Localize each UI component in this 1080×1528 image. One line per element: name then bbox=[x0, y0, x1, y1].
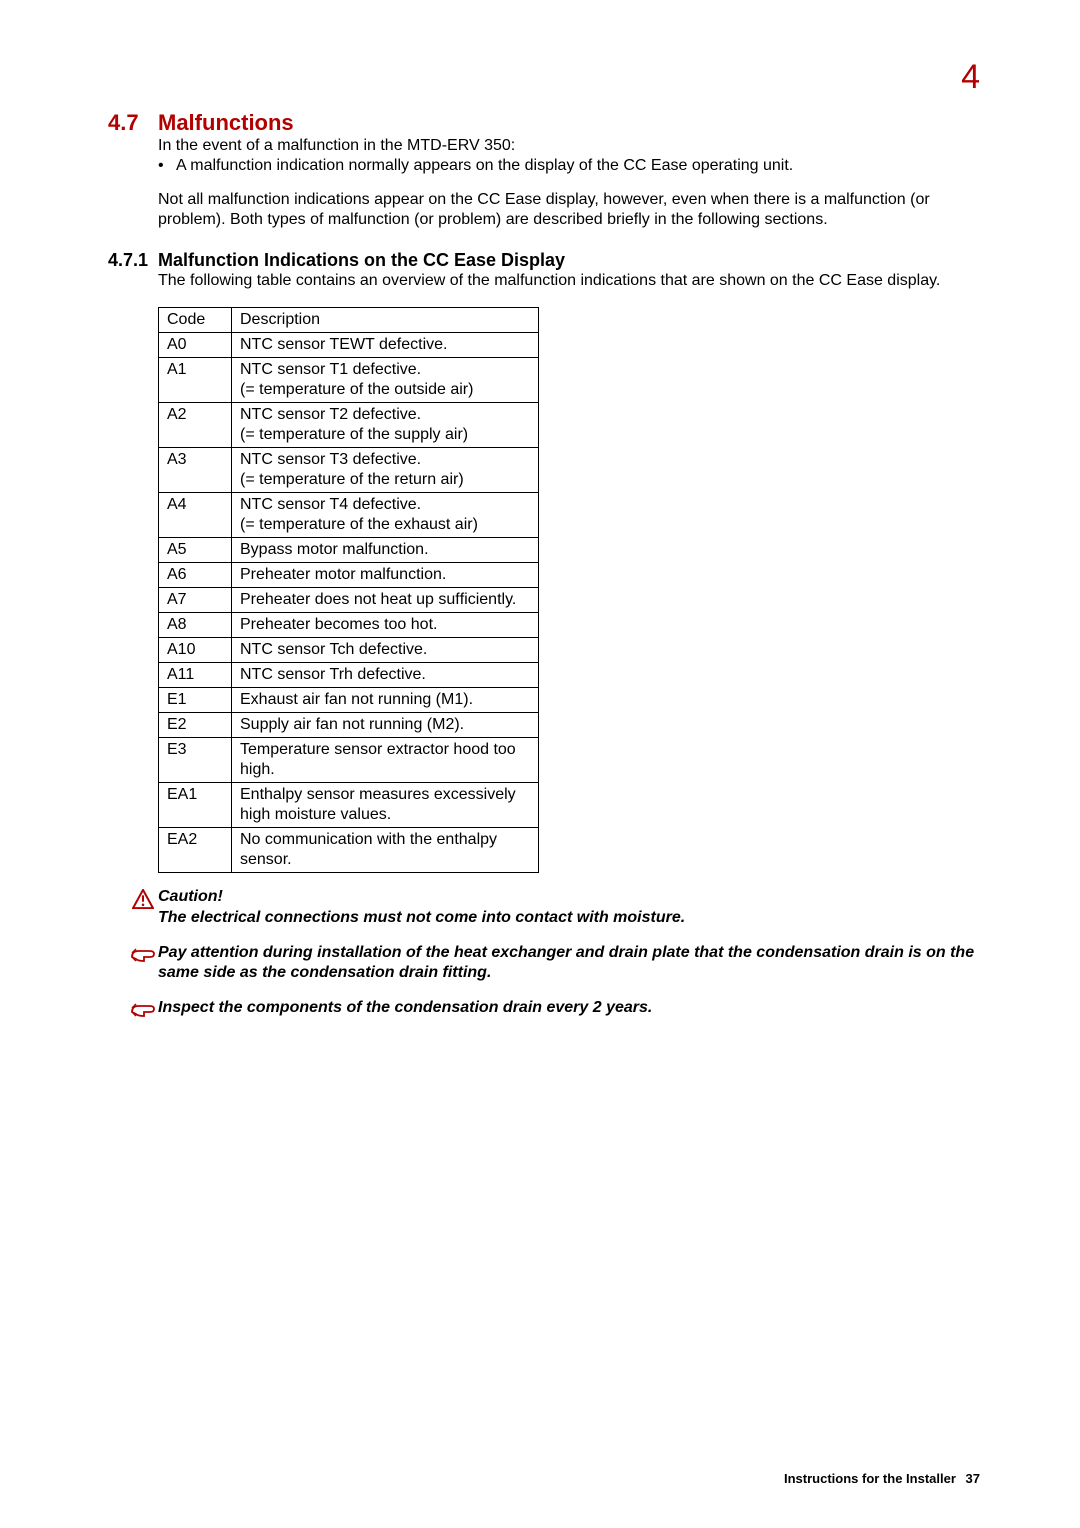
section-body: In the event of a malfunction in the MTD… bbox=[158, 136, 980, 230]
caution-note: Caution! The electrical connections must… bbox=[128, 887, 980, 929]
cell-desc: Supply air fan not running (M2). bbox=[232, 713, 539, 738]
cell-desc: NTC sensor T3 defective.(= temperature o… bbox=[232, 448, 539, 493]
section-title: Malfunctions bbox=[158, 110, 294, 136]
table-row: A2NTC sensor T2 defective.(= temperature… bbox=[159, 403, 539, 448]
chapter-number: 4 bbox=[961, 58, 980, 97]
th-desc: Description bbox=[232, 308, 539, 333]
cell-code: A11 bbox=[159, 663, 232, 688]
section-number: 4.7 bbox=[108, 110, 158, 136]
cell-desc: No communication with the enthalpy senso… bbox=[232, 828, 539, 873]
cell-code: A4 bbox=[159, 493, 232, 538]
info-note: Pay attention during installation of the… bbox=[128, 943, 980, 985]
info-note: Inspect the components of the condensati… bbox=[128, 998, 980, 1019]
cell-code: A7 bbox=[159, 588, 232, 613]
table-row: E3Temperature sensor extractor hood too … bbox=[159, 738, 539, 783]
list-item: A malfunction indication normally appear… bbox=[158, 156, 980, 176]
table-row: A1NTC sensor T1 defective.(= temperature… bbox=[159, 358, 539, 403]
cell-code: A5 bbox=[159, 538, 232, 563]
section-heading: 4.7 Malfunctions bbox=[108, 110, 980, 136]
page-footer: Instructions for the Installer 37 bbox=[784, 1471, 980, 1486]
page-number: 37 bbox=[966, 1471, 980, 1486]
cell-code: EA1 bbox=[159, 783, 232, 828]
table-row: A11NTC sensor Trh defective. bbox=[159, 663, 539, 688]
cell-code: A1 bbox=[159, 358, 232, 403]
table-row: E1Exhaust air fan not running (M1). bbox=[159, 688, 539, 713]
cell-code: E1 bbox=[159, 688, 232, 713]
cell-code: A3 bbox=[159, 448, 232, 493]
cell-desc: Preheater motor malfunction. bbox=[232, 563, 539, 588]
cell-desc: Preheater becomes too hot. bbox=[232, 613, 539, 638]
page: 4 4.7 Malfunctions In the event of a mal… bbox=[0, 0, 1080, 1528]
cell-desc: NTC sensor Trh defective. bbox=[232, 663, 539, 688]
table-row: A8Preheater becomes too hot. bbox=[159, 613, 539, 638]
cell-code: A2 bbox=[159, 403, 232, 448]
cell-desc: NTC sensor T2 defective.(= temperature o… bbox=[232, 403, 539, 448]
cell-desc: Exhaust air fan not running (M1). bbox=[232, 688, 539, 713]
cell-desc: Bypass motor malfunction. bbox=[232, 538, 539, 563]
cell-desc: Preheater does not heat up sufﬁciently. bbox=[232, 588, 539, 613]
cell-code: A8 bbox=[159, 613, 232, 638]
table-row: EA1Enthalpy sensor measures excessively … bbox=[159, 783, 539, 828]
note-text: Pay attention during installation of the… bbox=[158, 943, 980, 985]
intro-line: In the event of a malfunction in the MTD… bbox=[158, 136, 980, 156]
table-row: A0NTC sensor TEWT defective. bbox=[159, 333, 539, 358]
hand-point-icon bbox=[128, 998, 158, 1019]
table-row: A4NTC sensor T4 defective.(= temperature… bbox=[159, 493, 539, 538]
cell-code: EA2 bbox=[159, 828, 232, 873]
cell-desc: NTC sensor Tch defective. bbox=[232, 638, 539, 663]
caution-text: Caution! The electrical connections must… bbox=[158, 887, 685, 929]
cell-desc: NTC sensor TEWT defective. bbox=[232, 333, 539, 358]
subsection-number: 4.7.1 bbox=[108, 250, 158, 271]
table-row: A6Preheater motor malfunction. bbox=[159, 563, 539, 588]
table-header-row: Code Description bbox=[159, 308, 539, 333]
table-wrapper: Code Description A0NTC sensor TEWT defec… bbox=[158, 307, 980, 873]
subsection-heading: 4.7.1 Malfunction Indications on the CC … bbox=[108, 250, 980, 271]
table-row: A3NTC sensor T3 defective.(= temperature… bbox=[159, 448, 539, 493]
table-row: EA2No communication with the enthalpy se… bbox=[159, 828, 539, 873]
note-text: Inspect the components of the condensati… bbox=[158, 998, 652, 1019]
bullet-list: A malfunction indication normally appear… bbox=[158, 156, 980, 176]
paragraph: Not all malfunction indications appear o… bbox=[158, 190, 980, 230]
cell-desc: NTC sensor T4 defective.(= temperature o… bbox=[232, 493, 539, 538]
table-row: A10NTC sensor Tch defective. bbox=[159, 638, 539, 663]
hand-point-icon bbox=[128, 943, 158, 985]
malfunction-table: Code Description A0NTC sensor TEWT defec… bbox=[158, 307, 539, 873]
cell-desc: NTC sensor T1 defective.(= temperature o… bbox=[232, 358, 539, 403]
cell-desc: Temperature sensor extractor hood too hi… bbox=[232, 738, 539, 783]
footer-label: Instructions for the Installer bbox=[784, 1471, 956, 1486]
cell-desc: Enthalpy sensor measures excessively hig… bbox=[232, 783, 539, 828]
subsection-intro: The following table contains an overview… bbox=[158, 271, 980, 291]
subsection-title: Malfunction Indications on the CC Ease D… bbox=[158, 250, 565, 271]
caution-body: The electrical connections must not come… bbox=[158, 909, 685, 926]
table-row: E2Supply air fan not running (M2). bbox=[159, 713, 539, 738]
table-row: A5Bypass motor malfunction. bbox=[159, 538, 539, 563]
warning-icon bbox=[128, 887, 158, 929]
cell-code: E2 bbox=[159, 713, 232, 738]
cell-code: A0 bbox=[159, 333, 232, 358]
caution-label: Caution! bbox=[158, 888, 223, 905]
cell-code: A6 bbox=[159, 563, 232, 588]
cell-code: A10 bbox=[159, 638, 232, 663]
th-code: Code bbox=[159, 308, 232, 333]
cell-code: E3 bbox=[159, 738, 232, 783]
table-row: A7Preheater does not heat up sufﬁciently… bbox=[159, 588, 539, 613]
